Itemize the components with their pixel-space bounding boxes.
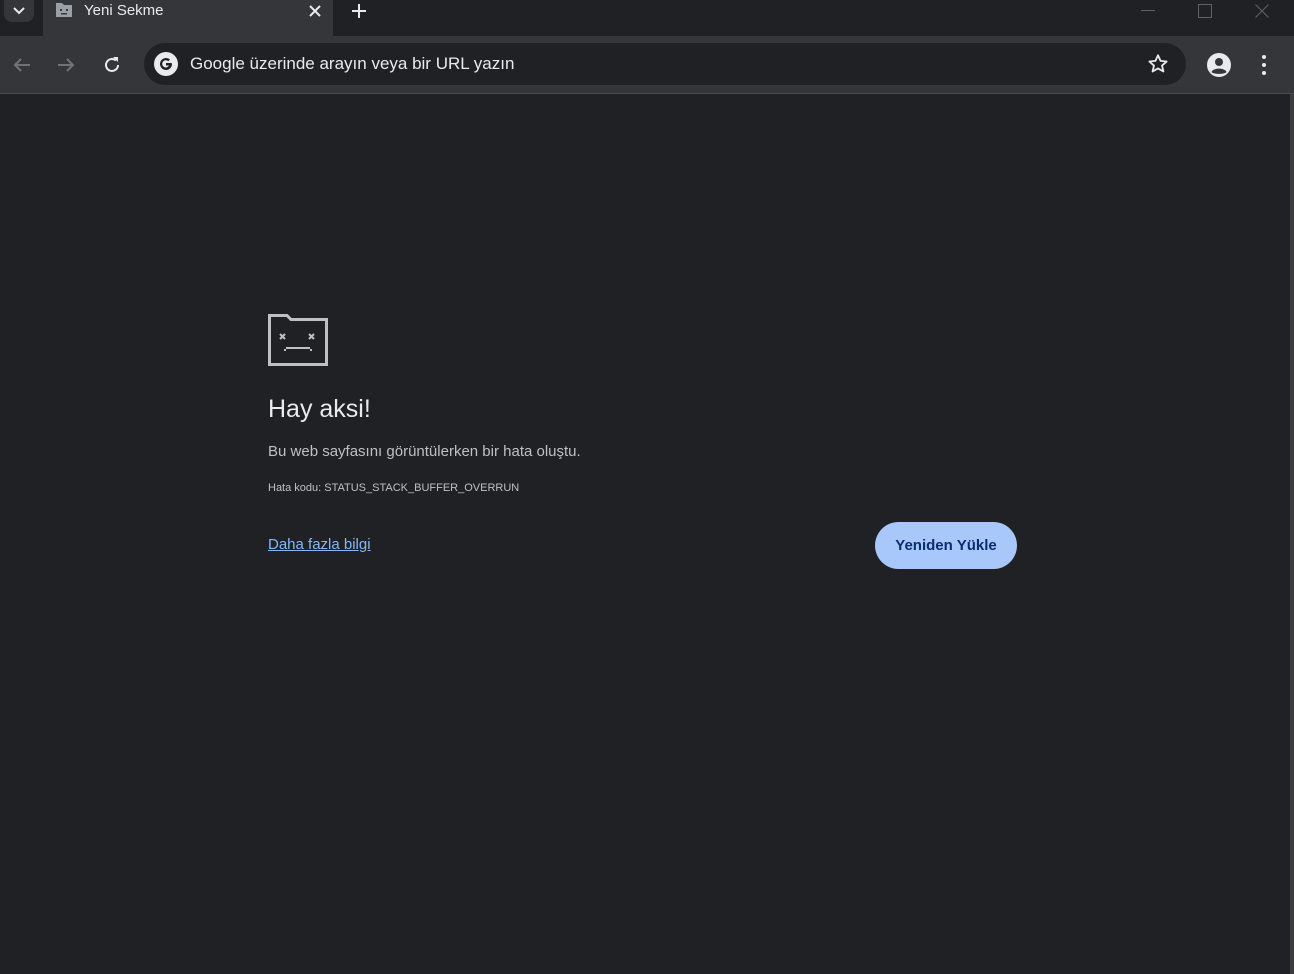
maximize-button[interactable]	[1182, 0, 1228, 22]
minimize-icon	[1141, 10, 1155, 11]
reload-page-button[interactable]: Yeniden Yükle	[875, 522, 1017, 569]
error-code: Hata kodu: STATUS_STACK_BUFFER_OVERRUN	[268, 482, 520, 494]
error-page: Hay aksi! Bu web sayfasını görüntülerken…	[0, 94, 1290, 974]
reload-button[interactable]	[97, 50, 127, 80]
window-edge	[1290, 94, 1294, 974]
reload-icon	[105, 57, 119, 72]
google-g-icon	[154, 52, 178, 76]
maximize-icon	[1198, 4, 1212, 18]
forward-button[interactable]	[51, 50, 81, 80]
sad-tab-icon	[268, 314, 328, 366]
tab-strip: Yeni Sekme	[0, 0, 1294, 36]
arrow-right-icon	[58, 58, 75, 72]
omnibox[interactable]: Google üzerinde arayın veya bir URL yazı…	[144, 43, 1186, 85]
minimize-button[interactable]	[1125, 0, 1171, 22]
error-message: Bu web sayfasını görüntülerken bir hata …	[268, 443, 581, 460]
close-icon[interactable]	[307, 3, 323, 19]
arrow-left-icon	[13, 58, 30, 72]
star-icon[interactable]	[1147, 53, 1169, 75]
toolbar: Google üzerinde arayın veya bir URL yazı…	[0, 36, 1294, 94]
window-close-button[interactable]	[1239, 0, 1285, 22]
sad-tab-favicon-icon	[56, 3, 72, 17]
tab-active[interactable]: Yeni Sekme	[43, 0, 333, 36]
back-button[interactable]	[7, 50, 37, 80]
tab-search-button[interactable]	[4, 0, 34, 22]
chevron-down-icon	[13, 7, 25, 15]
error-heading: Hay aksi!	[268, 395, 371, 423]
learn-more-link[interactable]: Daha fazla bilgi	[268, 536, 371, 554]
plus-icon[interactable]	[349, 2, 369, 20]
close-icon	[1255, 4, 1269, 18]
tab-title: Yeni Sekme	[84, 2, 164, 19]
profile-icon[interactable]	[1205, 51, 1233, 79]
kebab-menu-icon[interactable]	[1254, 51, 1274, 79]
omnibox-placeholder: Google üzerinde arayın veya bir URL yazı…	[190, 54, 515, 73]
